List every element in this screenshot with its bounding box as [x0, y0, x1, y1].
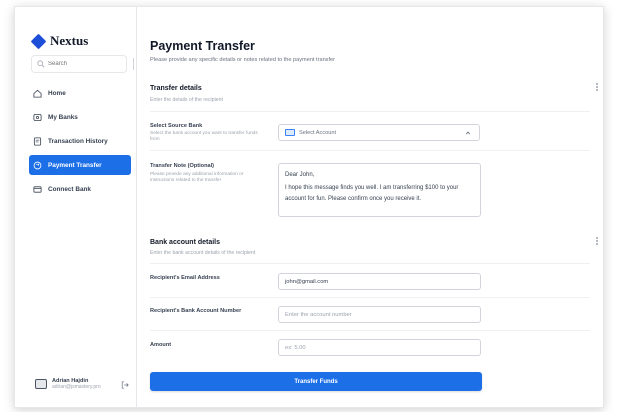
- recipient-email-input[interactable]: john@gmail.com: [278, 273, 481, 290]
- sidebar-item-transaction-history[interactable]: Transaction History: [29, 131, 131, 151]
- transfer-note-label: Transfer Note (Optional): [150, 163, 215, 169]
- transfer-details-title: Transfer details: [150, 85, 202, 92]
- transfer-funds-button[interactable]: Transfer Funds: [150, 372, 482, 391]
- card-icon: [285, 129, 295, 136]
- sidebar: Nextus Home My Banks Transaction History: [15, 7, 137, 407]
- page-title: Payment Transfer: [150, 39, 255, 53]
- user-profile[interactable]: Adrian Hajdin adrian@jsmastery.pro: [35, 378, 101, 390]
- source-bank-value: Select Account: [299, 129, 337, 136]
- account-number-input[interactable]: Enter the account number: [278, 306, 481, 323]
- app-window: Nextus Home My Banks Transaction History: [14, 6, 604, 408]
- row-divider: [150, 330, 590, 331]
- account-number-placeholder: Enter the account number: [285, 311, 352, 318]
- row-divider: [150, 150, 590, 151]
- logout-icon[interactable]: [121, 381, 129, 389]
- note-body: I hope this message finds you well. I am…: [285, 185, 459, 202]
- user-info: Adrian Hajdin adrian@jsmastery.pro: [52, 378, 101, 390]
- row-divider: [150, 297, 590, 298]
- sidebar-item-label: My Banks: [48, 113, 78, 121]
- sidebar-item-label: Home: [48, 89, 66, 97]
- recipient-email-value: john@gmail.com: [285, 278, 329, 285]
- history-icon: [33, 136, 42, 146]
- search-box[interactable]: [31, 55, 134, 73]
- transfer-details-subtitle: Enter the details of the recipient: [150, 97, 223, 103]
- recipient-email-label: Recipient's Email Address: [150, 275, 220, 281]
- source-bank-label: Select Source Bank: [150, 123, 203, 129]
- chevron-up-icon: [465, 131, 471, 135]
- app-name: Nextus: [50, 33, 89, 48]
- sidebar-item-my-banks[interactable]: My Banks: [29, 107, 131, 127]
- section-divider: [150, 111, 590, 112]
- more-options-icon[interactable]: [596, 83, 598, 91]
- sidebar-item-home[interactable]: Home: [29, 83, 131, 103]
- sidebar-item-label: Connect Bank: [48, 185, 91, 193]
- user-email: adrian@jsmastery.pro: [52, 384, 101, 390]
- sidebar-nav: Home My Banks Transaction History Paymen…: [29, 83, 131, 203]
- bank-details-title: Bank account details: [150, 239, 221, 246]
- main-content: Payment Transfer Please provide any spec…: [150, 7, 603, 407]
- amount-input[interactable]: ex: 5.00: [278, 339, 481, 356]
- sidebar-item-label: Payment Transfer: [48, 161, 102, 169]
- page-subtitle: Please provide any specific details or n…: [150, 57, 336, 63]
- search-input[interactable]: [48, 61, 118, 67]
- search-icon: [37, 60, 45, 68]
- bank-icon: [33, 113, 42, 122]
- sidebar-item-label: Transaction History: [48, 137, 108, 145]
- connect-icon: [33, 185, 42, 194]
- sidebar-item-connect-bank[interactable]: Connect Bank: [29, 179, 131, 199]
- transfer-note-help: Please provide any additional informatio…: [150, 172, 244, 183]
- section-divider: [150, 263, 590, 264]
- bank-details-subtitle: Enter the bank account details of the re…: [150, 250, 256, 256]
- transfer-note-textarea[interactable]: Dear John, I hope this message finds you…: [278, 163, 481, 217]
- source-bank-select[interactable]: Select Account: [278, 124, 480, 141]
- search-divider: [133, 58, 134, 70]
- logo[interactable]: Nextus: [30, 33, 89, 49]
- transfer-icon: [33, 161, 42, 170]
- more-options-icon[interactable]: [596, 237, 598, 245]
- source-bank-help: Select the bank account you want to tran…: [150, 131, 258, 142]
- home-icon: [33, 89, 42, 98]
- sidebar-item-payment-transfer[interactable]: Payment Transfer: [29, 155, 131, 175]
- note-greeting: Dear John,: [285, 172, 315, 178]
- logo-icon: [30, 33, 47, 49]
- account-number-label: Recipient's Bank Account Number: [150, 308, 242, 314]
- amount-label: Amount: [150, 342, 172, 348]
- avatar: [35, 379, 47, 389]
- amount-placeholder: ex: 5.00: [285, 344, 306, 351]
